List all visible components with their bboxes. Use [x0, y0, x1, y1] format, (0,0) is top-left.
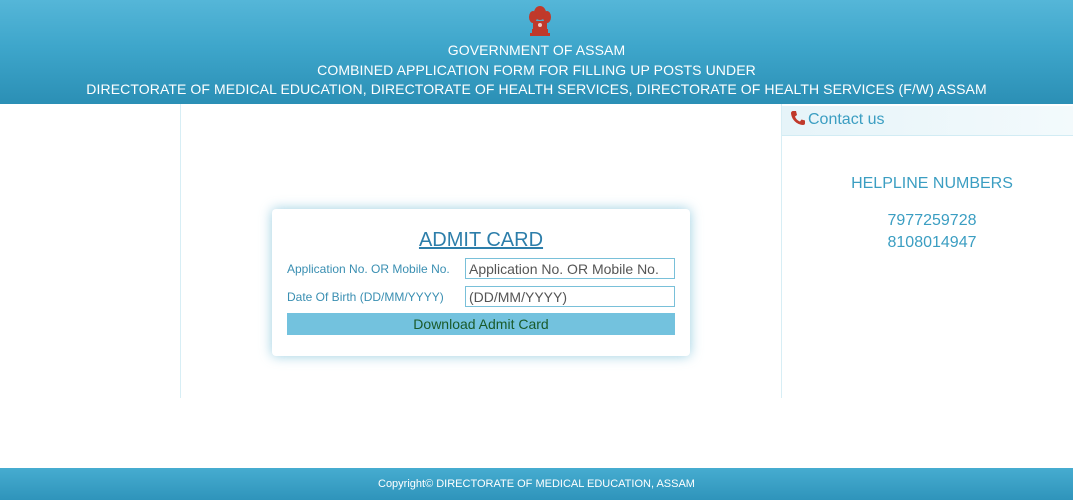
download-admit-card-button[interactable]: Download Admit Card	[287, 313, 675, 335]
phone-icon	[791, 111, 805, 125]
helpline-number: 7977259728	[887, 212, 977, 229]
header-line-3: DIRECTORATE OF MEDICAL EDUCATION, DIRECT…	[86, 81, 987, 97]
page-header: GOVERNMENT OF ASSAM COMBINED APPLICATION…	[0, 0, 1073, 104]
header-line-2: COMBINED APPLICATION FORM FOR FILLING UP…	[317, 62, 756, 78]
admit-card-title: ADMIT CARD	[418, 229, 544, 251]
page-footer: Copyright© DIRECTORATE OF MEDICAL EDUCAT…	[0, 468, 1073, 500]
left-column-divider	[180, 104, 181, 398]
helpline-title: HELPLINE NUMBERS	[851, 175, 1013, 192]
application-no-input[interactable]	[465, 258, 675, 279]
date-of-birth-label: Date Of Birth (DD/MM/YYYY)	[287, 290, 444, 304]
date-of-birth-input[interactable]	[465, 286, 675, 307]
helpline-number: 8108014947	[887, 234, 977, 251]
contact-us-title: Contact us	[808, 111, 885, 128]
application-no-label: Application No. OR Mobile No.	[287, 262, 450, 276]
header-line-1: GOVERNMENT OF ASSAM	[447, 42, 626, 58]
copyright-text: Copyright© DIRECTORATE OF MEDICAL EDUCAT…	[378, 478, 695, 490]
admit-card-form: ADMIT CARD Application No. OR Mobile No.…	[272, 209, 690, 356]
contact-us-bar: Contact us	[782, 106, 1073, 136]
national-emblem-icon	[529, 6, 551, 36]
